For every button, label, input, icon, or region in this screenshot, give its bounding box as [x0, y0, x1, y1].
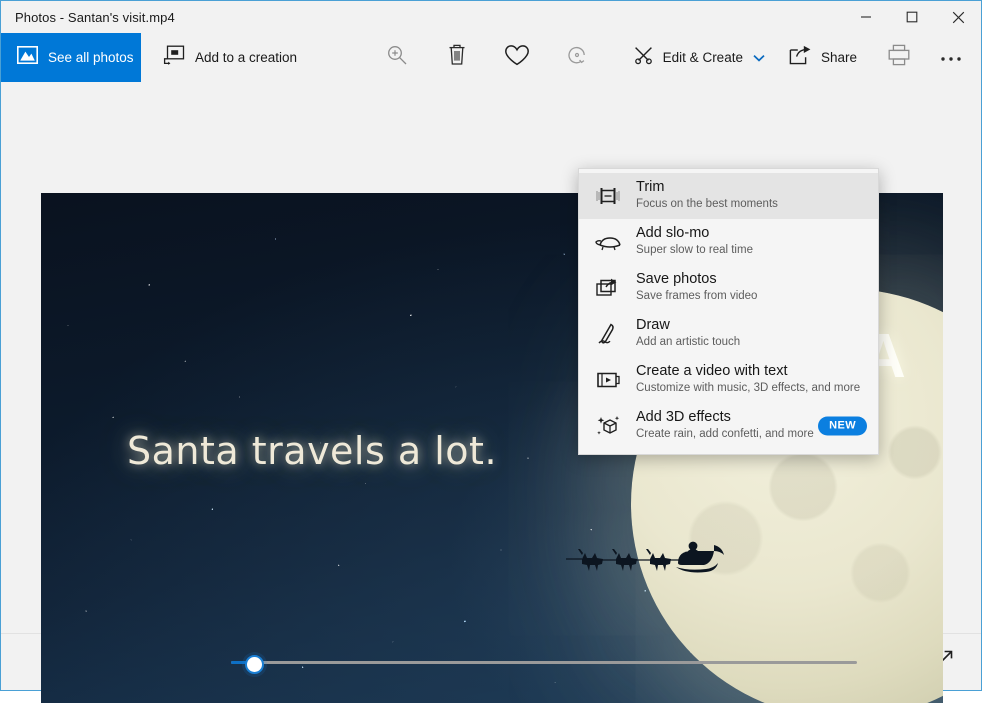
cube-sparkle-icon: [593, 414, 623, 438]
new-badge: NEW: [818, 417, 867, 436]
see-all-photos-button[interactable]: See all photos: [1, 33, 141, 82]
minimize-button[interactable]: [843, 1, 889, 33]
toolbar-spacer: [313, 33, 367, 82]
print-icon: [887, 44, 911, 71]
add-to-creation-icon: [163, 45, 185, 70]
zoom-in-button[interactable]: [367, 33, 427, 82]
favorite-button[interactable]: [487, 33, 547, 82]
santa-sleigh-silhouette: [546, 533, 726, 586]
toolbar: See all photos Add to a creation: [1, 33, 981, 82]
menu-item-title: Create a video with text: [636, 363, 866, 380]
menu-item-trim[interactable]: Trim Focus on the best moments: [579, 173, 878, 219]
see-all-photos-label: See all photos: [48, 50, 134, 65]
title-bar: Photos - Santan's visit.mp4: [1, 1, 981, 33]
menu-item-title: Trim: [636, 179, 866, 196]
share-button[interactable]: Share: [777, 33, 869, 82]
menu-item-add-slo-mo[interactable]: Add slo-mo Super slow to real time: [579, 219, 878, 265]
menu-item-title: Draw: [636, 317, 866, 334]
toolbar-more-button[interactable]: [929, 49, 973, 67]
rotate-icon: [565, 43, 589, 72]
zoom-in-icon: [386, 44, 408, 71]
turtle-icon: [593, 232, 623, 252]
menu-item-draw[interactable]: Draw Add an artistic touch: [579, 311, 878, 357]
seek-slider[interactable]: [215, 641, 871, 683]
print-button[interactable]: [869, 44, 929, 71]
menu-item-texts: Add slo-mo Super slow to real time: [636, 225, 866, 258]
menu-item-subtitle: Focus on the best moments: [636, 197, 866, 212]
add-to-creation-label: Add to a creation: [195, 50, 297, 65]
trim-icon: [593, 185, 623, 207]
video-caption-text: Santa travels a lot.: [127, 429, 497, 473]
window-controls: [843, 1, 981, 33]
window-title: Photos - Santan's visit.mp4: [1, 10, 175, 25]
menu-item-texts: Save photos Save frames from video: [636, 271, 866, 304]
menu-item-texts: Create a video with text Customize with …: [636, 363, 866, 396]
maximize-button[interactable]: [889, 1, 935, 33]
menu-item-title: Save photos: [636, 271, 866, 288]
menu-item-create-video-with-text[interactable]: Create a video with text Customize with …: [579, 357, 878, 403]
more-options-icon: [940, 49, 962, 67]
menu-item-subtitle: Super slow to real time: [636, 243, 866, 258]
share-icon: [789, 45, 812, 70]
heart-icon: [504, 44, 530, 72]
photos-icon: [17, 46, 38, 69]
menu-item-title: Add slo-mo: [636, 225, 866, 242]
seek-track[interactable]: [231, 661, 857, 664]
menu-item-subtitle: Customize with music, 3D effects, and mo…: [636, 381, 866, 396]
edit-and-create-label: Edit & Create: [663, 50, 743, 65]
edit-and-create-dropdown-menu: Trim Focus on the best moments Add slo-m…: [578, 168, 879, 455]
menu-item-subtitle: Save frames from video: [636, 289, 866, 304]
edit-create-icon: [633, 45, 654, 71]
video-stage: A Santa travels a lot.: [1, 82, 981, 633]
video-text-icon: [593, 369, 623, 391]
photos-app-window: Photos - Santan's visit.mp4 See all phot…: [0, 0, 982, 691]
pen-icon: [593, 322, 623, 346]
close-button[interactable]: [935, 1, 981, 33]
delete-icon: [446, 43, 468, 72]
menu-item-subtitle: Add an artistic touch: [636, 335, 866, 350]
share-label: Share: [821, 50, 857, 65]
menu-item-add-3d-effects[interactable]: Add 3D effects Create rain, add confetti…: [579, 403, 878, 449]
chevron-down-icon: [753, 49, 765, 67]
save-photos-icon: [593, 277, 623, 299]
delete-button[interactable]: [427, 33, 487, 82]
menu-item-texts: Trim Focus on the best moments: [636, 179, 866, 212]
menu-item-texts: Draw Add an artistic touch: [636, 317, 866, 350]
add-to-creation-button[interactable]: Add to a creation: [147, 33, 313, 82]
toolbar-right-group: Edit & Create Share: [621, 33, 981, 82]
seek-thumb[interactable]: [245, 655, 264, 674]
rotate-button[interactable]: [547, 33, 607, 82]
edit-and-create-button[interactable]: Edit & Create: [621, 33, 777, 82]
menu-item-save-photos[interactable]: Save photos Save frames from video: [579, 265, 878, 311]
